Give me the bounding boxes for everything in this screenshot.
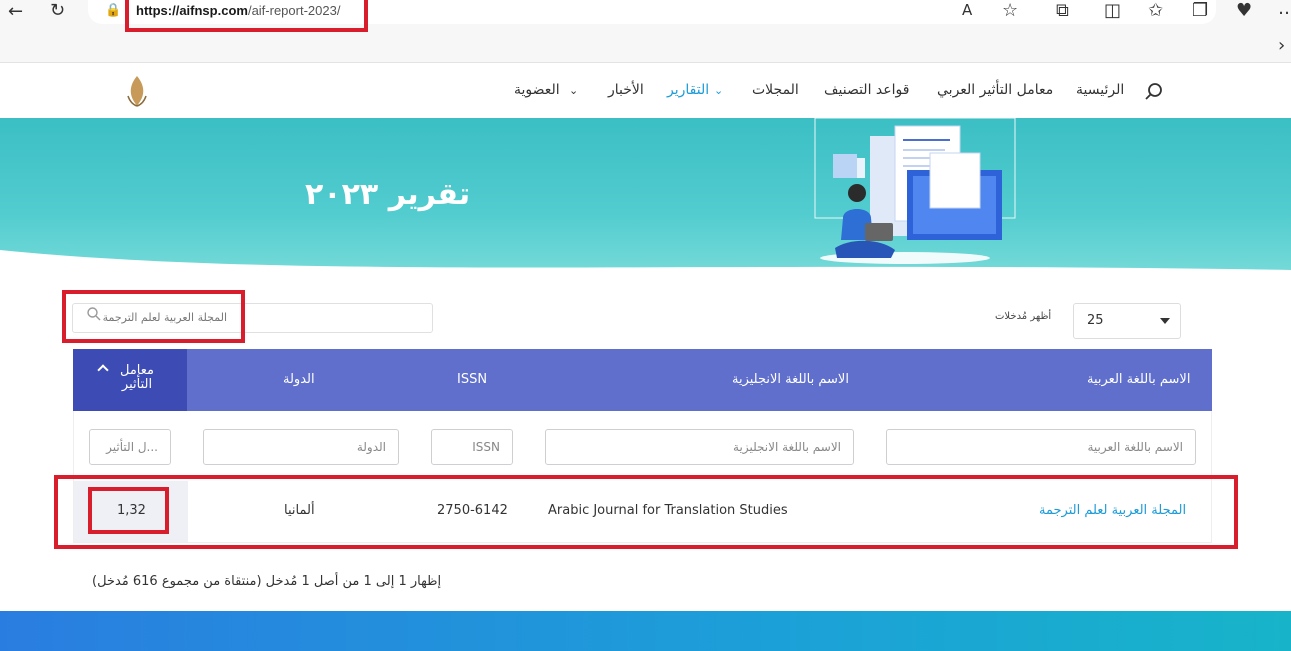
entries-length-label: أظهر مُدخلات <box>995 311 1052 322</box>
nav-item-impact-factor[interactable]: معامل التأثير العربي <box>937 82 1053 98</box>
page-title: تقرير ٢٠٢٣ <box>305 177 471 212</box>
split-screen-icon[interactable]: ◫ <box>1104 2 1121 20</box>
header-country[interactable]: الدولة <box>283 372 315 387</box>
hero-banner <box>0 118 1291 290</box>
header-impact[interactable]: معامل التأثير <box>108 364 166 392</box>
nav-item-reports[interactable]: التقارير <box>667 82 709 98</box>
nav-item-journals[interactable]: المجلات <box>752 82 799 98</box>
nav-item-home[interactable]: الرئيسية <box>1076 82 1124 98</box>
favorite-star-icon[interactable]: ☆ <box>1002 2 1018 20</box>
hero-wave <box>0 250 1291 290</box>
browser-essentials-icon[interactable]: ♥ <box>1236 2 1252 20</box>
nav-item-news[interactable]: الأخبار <box>608 82 644 98</box>
filter-issn[interactable]: ISSN <box>431 429 513 465</box>
lock-icon: 🔒 <box>105 3 122 18</box>
entries-length-value: 25 <box>1087 313 1104 328</box>
caret-down-icon <box>1160 318 1170 324</box>
site-logo[interactable] <box>122 74 152 108</box>
filter-name-en[interactable]: الاسم باللغة الانجليزية <box>545 429 854 465</box>
header-issn[interactable]: ISSN <box>457 372 487 387</box>
reports-chevron-down-icon: ⌄ <box>714 84 724 97</box>
table-header-row <box>73 349 1212 411</box>
hero-illustration <box>814 118 1016 264</box>
url-highlight-box <box>125 0 368 32</box>
refresh-icon[interactable]: ↻ <box>50 2 65 20</box>
back-icon[interactable]: ← <box>8 3 23 21</box>
collections-icon[interactable]: ❐ <box>1192 2 1208 20</box>
table-info-text: إظهار 1 إلى 1 من أصل 1 مُدخل (منتقاة من … <box>92 574 442 589</box>
membership-chevron-down-icon: ⌄ <box>569 84 579 97</box>
header-name-ar[interactable]: الاسم باللغة العربية <box>1087 372 1190 387</box>
nav-item-classification-rules[interactable]: قواعد التصنيف <box>824 82 909 98</box>
favorites-icon[interactable]: ✩ <box>1148 2 1163 20</box>
search-icon[interactable] <box>1144 82 1164 102</box>
row-highlight-box <box>54 475 1238 549</box>
extensions-icon[interactable]: ⧉ <box>1056 2 1069 20</box>
search-highlight-box <box>62 290 245 343</box>
filter-country[interactable]: الدولة <box>203 429 399 465</box>
footer-band <box>0 611 1291 651</box>
nav-item-membership[interactable]: العضوية <box>514 82 560 98</box>
filter-name-ar[interactable]: الاسم باللغة العربية <box>886 429 1196 465</box>
more-menu-icon[interactable]: … <box>1278 0 1291 18</box>
read-aloud-icon[interactable]: A <box>962 3 972 18</box>
filter-impact[interactable]: ...ل التأثير <box>89 429 171 465</box>
header-name-en[interactable]: الاسم باللغة الانجليزية <box>732 372 849 387</box>
chevron-right-icon[interactable]: › <box>1278 37 1285 55</box>
